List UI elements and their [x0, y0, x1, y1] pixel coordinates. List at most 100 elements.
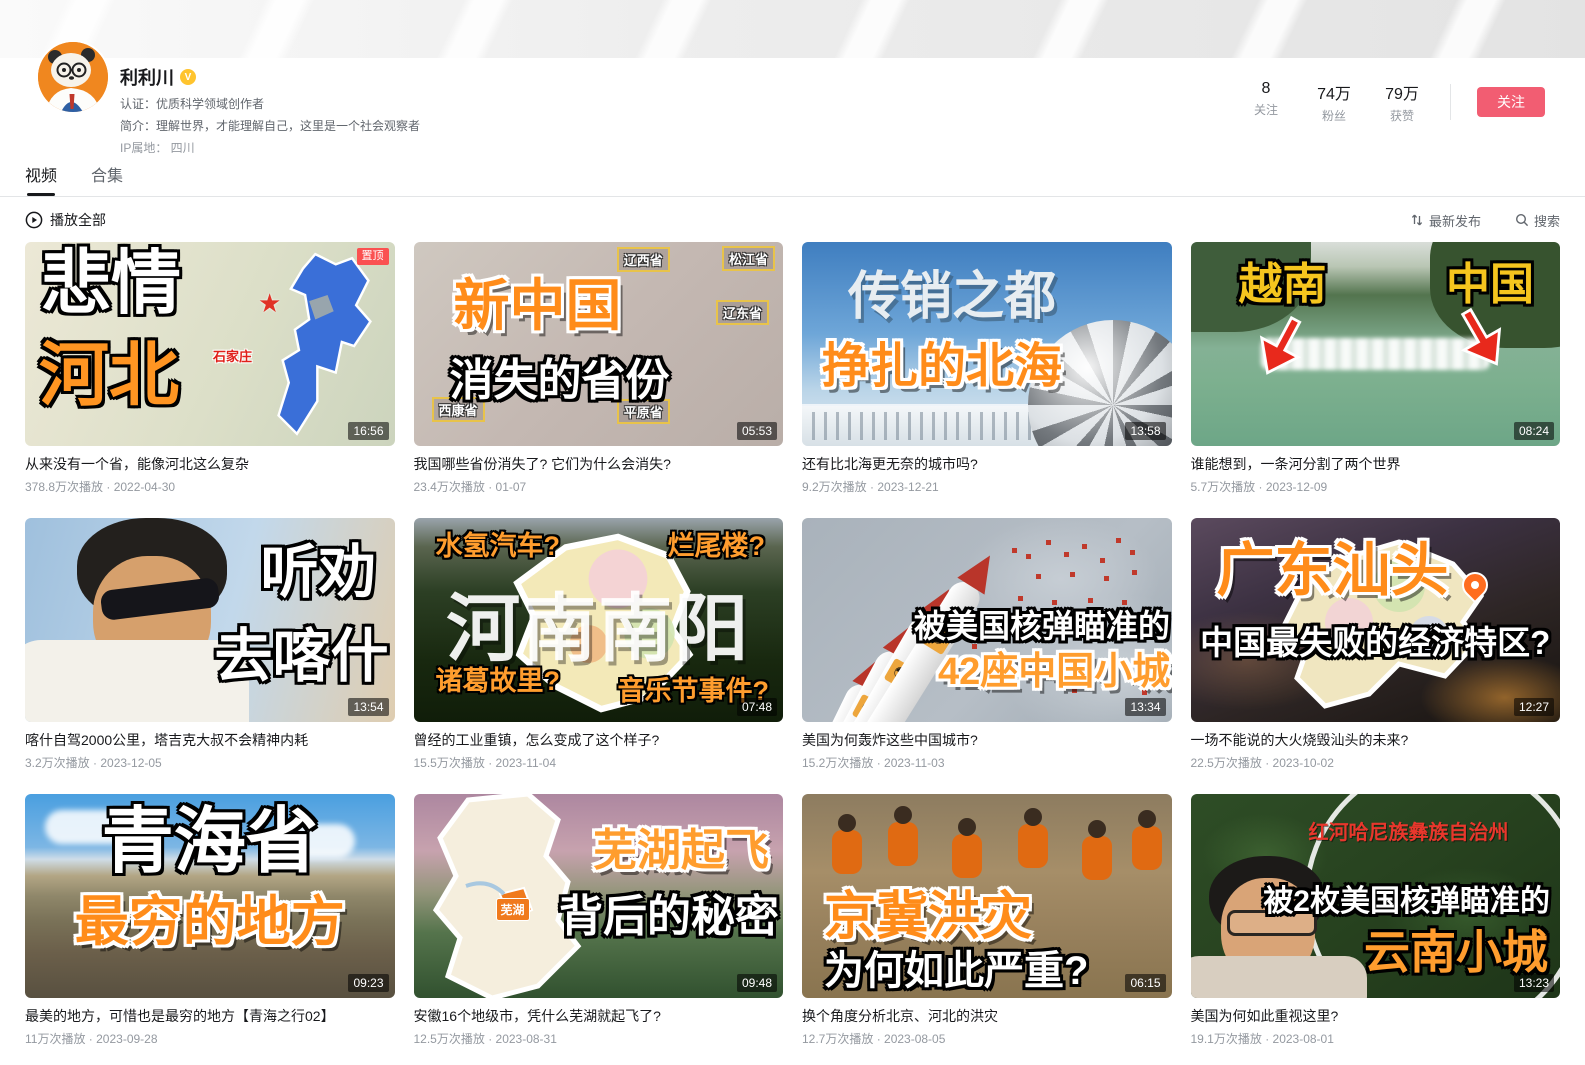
profile-stats: 8 关注 74万 粉丝 79万 获赞: [1248, 80, 1420, 124]
thumb-text: 被2枚美国核弹瞄准的: [1263, 886, 1550, 918]
search-label: 搜索: [1534, 211, 1560, 230]
province-tag: 松江省: [722, 246, 775, 271]
certification-line: 认证：优质科学领域创作者: [120, 95, 420, 112]
thumb-text: 为何如此严重?: [824, 950, 1088, 992]
bio-line: 简介：理解世界，才能理解自己，这里是一个社会观察者: [120, 117, 420, 134]
divider: [1450, 84, 1451, 120]
thumb-text: 河北: [39, 338, 179, 412]
following-label: 关注: [1248, 101, 1284, 118]
video-title[interactable]: 我国哪些省份消失了? 它们为什么会消失?: [414, 454, 784, 474]
ip-location-line: IP属地： 四川: [120, 139, 420, 156]
video-card[interactable]: 水氢汽车? 烂尾楼? 诸葛故里? 音乐节事件? 河南南阳 07:48 曾经的工业…: [414, 518, 784, 771]
thumb-text: 青海省: [25, 804, 395, 880]
video-title[interactable]: 喀什自驾2000公里，塔吉克大叔不会精神内耗: [25, 730, 395, 750]
rescuer-illustration: [952, 834, 982, 878]
video-title[interactable]: 一场不能说的大火烧毁汕头的未来?: [1191, 730, 1561, 750]
sort-control[interactable]: 最新发布: [1410, 211, 1481, 230]
video-thumbnail[interactable]: 辽西省 松江省 辽东省 平原省 西康省 新中国 消失的省份 05:53: [414, 242, 784, 446]
video-title[interactable]: 换个角度分析北京、河北的洪灾: [802, 1006, 1172, 1026]
video-thumbnail[interactable]: 被美国核弹瞄准的 42座中国小城 13:34: [802, 518, 1172, 722]
video-title[interactable]: 曾经的工业重镇，怎么变成了这个样子?: [414, 730, 784, 750]
video-card[interactable]: 红河哈尼族彝族自治州 被2枚美国核弹瞄准的 云南小城 13:23 美国为何如此重…: [1191, 794, 1561, 1047]
video-title[interactable]: 美国为何轰炸这些中国城市?: [802, 730, 1172, 750]
profile-banner: [0, 0, 1585, 58]
tab-videos[interactable]: 视频: [25, 162, 57, 196]
stat-followers[interactable]: 74万 粉丝: [1316, 80, 1352, 124]
avatar[interactable]: [38, 42, 108, 112]
city-label: 石家庄: [213, 346, 252, 365]
video-card[interactable]: 听劝 去喀什 13:54 喀什自驾2000公里，塔吉克大叔不会精神内耗 3.2万…: [25, 518, 395, 771]
tab-collections[interactable]: 合集: [91, 162, 123, 196]
verified-badge-icon: V: [180, 69, 196, 85]
video-card[interactable]: 京冀洪灾 为何如此严重? 06:15 换个角度分析北京、河北的洪灾 12.7万次…: [802, 794, 1172, 1047]
thumb-text: 最穷的地方: [25, 894, 395, 951]
likes-label: 获赞: [1384, 107, 1420, 124]
video-meta: 5.7万次播放 · 2023-12-09: [1191, 478, 1561, 495]
search-control[interactable]: 搜索: [1515, 211, 1560, 230]
video-thumbnail[interactable]: 京冀洪灾 为何如此严重? 06:15: [802, 794, 1172, 998]
rescuer-illustration: [832, 830, 862, 874]
video-meta: 19.1万次播放 · 2023-08-01: [1191, 1030, 1561, 1047]
duration-badge: 13:23: [1514, 974, 1554, 992]
video-meta: 23.4万次播放 · 01-07: [414, 478, 784, 495]
map-region-label: 红河哈尼族彝族自治州: [1309, 816, 1509, 845]
video-card[interactable]: 青海省 最穷的地方 09:23 最美的地方，可惜也是最穷的地方【青海之行02】 …: [25, 794, 395, 1047]
thumb-text: 水氢汽车?: [436, 532, 561, 561]
video-title[interactable]: 还有比北海更无奈的城市吗?: [802, 454, 1172, 474]
video-card[interactable]: 辽西省 松江省 辽东省 平原省 西康省 新中国 消失的省份 05:53 我国哪些…: [414, 242, 784, 495]
video-thumbnail[interactable]: 青海省 最穷的地方 09:23: [25, 794, 395, 998]
thumb-text: 听劝: [260, 542, 376, 603]
video-title[interactable]: 最美的地方，可惜也是最穷的地方【青海之行02】: [25, 1006, 395, 1026]
thumb-text: 中国: [1446, 262, 1534, 309]
video-thumbnail[interactable]: 红河哈尼族彝族自治州 被2枚美国核弹瞄准的 云南小城 13:23: [1191, 794, 1561, 998]
stat-following[interactable]: 8 关注: [1248, 80, 1284, 124]
play-all-button[interactable]: 播放全部: [25, 210, 106, 230]
shirt-illustration: [1191, 956, 1367, 998]
likes-count: 79万: [1384, 80, 1420, 104]
video-card[interactable]: 广东汕头 中国最失败的经济特区? 12:27 一场不能说的大火烧毁汕头的未来? …: [1191, 518, 1561, 771]
hebei-map-illustration: [252, 248, 385, 442]
thumb-text: 诸葛故里?: [436, 667, 561, 696]
duration-badge: 08:24: [1514, 422, 1554, 440]
thumb-text: 42座中国小城: [938, 652, 1170, 692]
rescuer-illustration: [1018, 824, 1048, 868]
thumb-text: 被美国核弹瞄准的: [914, 610, 1170, 644]
map-markers-illustration: [1012, 548, 1017, 553]
video-grid: 悲情 河北 ★ 石家庄 置顶 16:56 从来没有一个省，能像河北这么复杂 37…: [0, 242, 1585, 1047]
video-thumbnail[interactable]: 越南 中国 08:24: [1191, 242, 1561, 446]
video-thumbnail[interactable]: 传销之都 挣扎的北海 13:58: [802, 242, 1172, 446]
video-thumbnail[interactable]: 听劝 去喀什 13:54: [25, 518, 395, 722]
following-count: 8: [1248, 80, 1284, 98]
stat-likes[interactable]: 79万 获赞: [1384, 80, 1420, 124]
search-icon: [1515, 213, 1529, 227]
thumb-text: 烂尾楼?: [668, 532, 766, 561]
thumb-text: 消失的省份: [450, 358, 670, 405]
video-card[interactable]: 被美国核弹瞄准的 42座中国小城 13:34 美国为何轰炸这些中国城市? 15.…: [802, 518, 1172, 771]
video-meta: 12.5万次播放 · 2023-08-31: [414, 1030, 784, 1047]
video-title[interactable]: 美国为何如此重视这里?: [1191, 1006, 1561, 1026]
video-thumbnail[interactable]: 水氢汽车? 烂尾楼? 诸葛故里? 音乐节事件? 河南南阳 07:48: [414, 518, 784, 722]
thumb-text: 京冀洪灾: [824, 890, 1032, 945]
video-card[interactable]: 悲情 河北 ★ 石家庄 置顶 16:56 从来没有一个省，能像河北这么复杂 37…: [25, 242, 395, 495]
sort-icon: [1410, 213, 1424, 227]
video-thumbnail[interactable]: 芜湖 芜湖起飞 背后的秘密 09:48: [414, 794, 784, 998]
follow-button[interactable]: 关注: [1477, 87, 1545, 117]
sort-label: 最新发布: [1429, 211, 1481, 230]
video-title[interactable]: 安徽16个地级市，凭什么芜湖就起飞了?: [414, 1006, 784, 1026]
thumb-text: 云南小城: [1364, 928, 1548, 977]
video-meta: 378.8万次播放 · 2022-04-30: [25, 478, 395, 495]
video-title[interactable]: 谁能想到，一条河分割了两个世界: [1191, 454, 1561, 474]
video-thumbnail[interactable]: 广东汕头 中国最失败的经济特区? 12:27: [1191, 518, 1561, 722]
video-card[interactable]: 越南 中国 08:24 谁能想到，一条河分割了两个世界 5.7万次播放 · 20…: [1191, 242, 1561, 495]
video-thumbnail[interactable]: 悲情 河北 ★ 石家庄 置顶 16:56: [25, 242, 395, 446]
profile-tabs: 视频 合集: [0, 162, 1585, 197]
video-title[interactable]: 从来没有一个省，能像河北这么复杂: [25, 454, 395, 474]
video-card[interactable]: 传销之都 挣扎的北海 13:58 还有比北海更无奈的城市吗? 9.2万次播放 ·…: [802, 242, 1172, 495]
pinned-badge: 置顶: [357, 248, 389, 265]
thumb-text: 挣扎的北海: [822, 342, 1062, 393]
followers-count: 74万: [1316, 80, 1352, 104]
video-card[interactable]: 芜湖 芜湖起飞 背后的秘密 09:48 安徽16个地级市，凭什么芜湖就起飞了? …: [414, 794, 784, 1047]
video-meta: 15.2万次播放 · 2023-11-03: [802, 754, 1172, 771]
video-meta: 12.7万次播放 · 2023-08-05: [802, 1030, 1172, 1047]
thumb-text: 背后的秘密: [559, 894, 779, 941]
